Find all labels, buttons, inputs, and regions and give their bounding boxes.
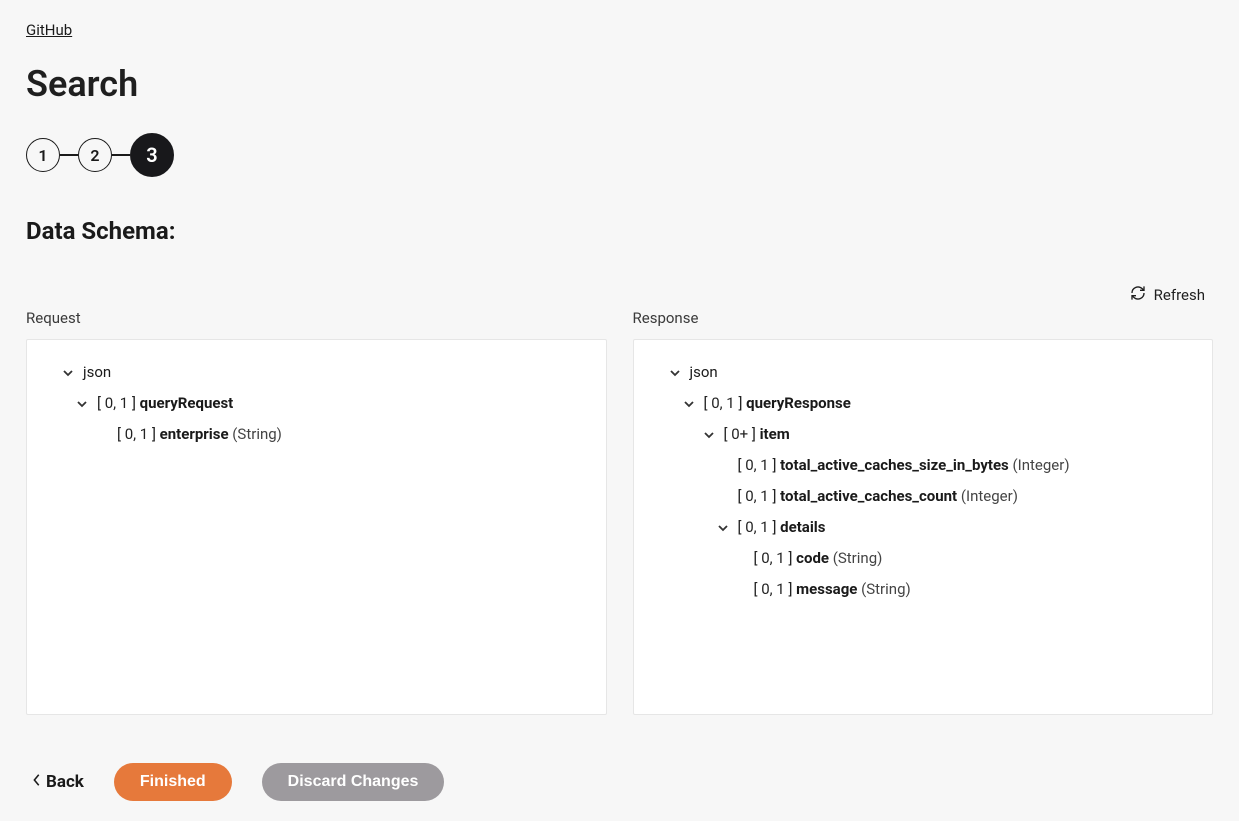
back-label: Back xyxy=(46,772,84,792)
tree-row-text: [ 0, 1 ] code (String) xyxy=(754,548,883,569)
step-2[interactable]: 2 xyxy=(78,138,112,172)
refresh-icon xyxy=(1130,285,1146,305)
request-label: Request xyxy=(26,309,607,327)
chevron-down-icon xyxy=(61,367,75,379)
tree-row[interactable]: [ 0, 1 ] queryRequest xyxy=(47,393,586,414)
chevron-down-icon xyxy=(716,522,730,534)
chevron-down-icon xyxy=(702,429,716,441)
step-1[interactable]: 1 xyxy=(26,138,60,172)
tree-root[interactable]: json xyxy=(47,362,586,383)
tree-row[interactable]: [ 0, 1 ] details xyxy=(654,517,1193,538)
tree-root-label: json xyxy=(690,362,718,383)
tree-row-text: [ 0, 1 ] details xyxy=(738,517,826,538)
response-label: Response xyxy=(633,309,1214,327)
refresh-button[interactable]: Refresh xyxy=(26,285,1213,305)
tree-root[interactable]: json xyxy=(654,362,1193,383)
discard-button[interactable]: Discard Changes xyxy=(262,763,445,801)
tree-row: [ 0, 1 ] total_active_caches_count (Inte… xyxy=(654,486,1193,507)
step-connector xyxy=(112,154,130,156)
back-button[interactable]: Back xyxy=(32,772,84,792)
step-3[interactable]: 3 xyxy=(130,133,174,177)
step-connector xyxy=(60,154,78,156)
section-title: Data Schema: xyxy=(26,217,1213,245)
tree-row-text: [ 0, 1 ] total_active_caches_size_in_byt… xyxy=(738,455,1070,476)
tree-row-text: [ 0, 1 ] total_active_caches_count (Inte… xyxy=(738,486,1018,507)
chevron-down-icon xyxy=(668,367,682,379)
finished-button[interactable]: Finished xyxy=(114,763,232,801)
tree-row: [ 0, 1 ] total_active_caches_size_in_byt… xyxy=(654,455,1193,476)
tree-row-text: [ 0, 1 ] queryResponse xyxy=(704,393,851,414)
chevron-down-icon xyxy=(75,398,89,410)
tree-row: [ 0, 1 ] message (String) xyxy=(654,579,1193,600)
chevron-down-icon xyxy=(682,398,696,410)
tree-root-label: json xyxy=(83,362,111,383)
refresh-label: Refresh xyxy=(1154,286,1205,304)
breadcrumb-link[interactable]: GitHub xyxy=(26,21,72,39)
tree-row[interactable]: [ 0+ ] item xyxy=(654,424,1193,445)
tree-row: [ 0, 1 ] enterprise (String) xyxy=(47,424,586,445)
tree-row-text: [ 0, 1 ] message (String) xyxy=(754,579,911,600)
page-title: Search xyxy=(26,63,1213,105)
stepper: 1 2 3 xyxy=(26,133,1213,177)
chevron-left-icon xyxy=(32,772,42,792)
request-card: json [ 0, 1 ] queryRequest [ 0, 1 ] enterp… xyxy=(26,339,607,715)
response-card: json [ 0, 1 ] queryResponse [ 0+ ] item [ 0… xyxy=(633,339,1214,715)
tree-row-text: [ 0, 1 ] enterprise (String) xyxy=(117,424,282,445)
tree-row[interactable]: [ 0, 1 ] queryResponse xyxy=(654,393,1193,414)
tree-row-text: [ 0+ ] item xyxy=(724,424,790,445)
tree-row-text: [ 0, 1 ] queryRequest xyxy=(97,393,233,414)
tree-row: [ 0, 1 ] code (String) xyxy=(654,548,1193,569)
